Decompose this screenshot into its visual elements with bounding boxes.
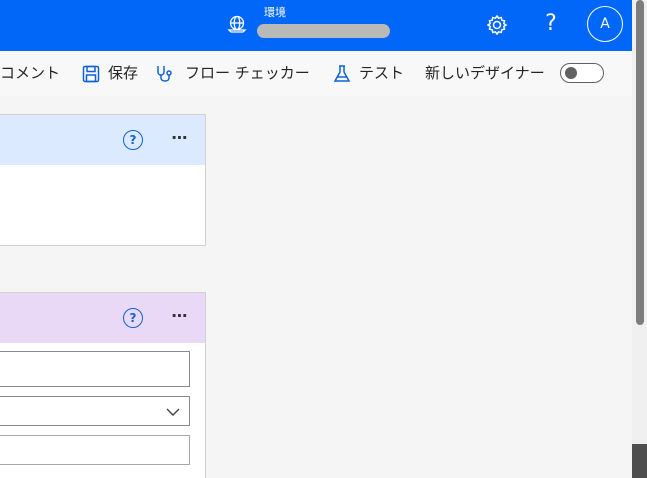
card-header[interactable]: ? ⋯ xyxy=(0,293,205,343)
save-icon xyxy=(82,65,100,83)
flow-checker-button[interactable]: フロー チェッカー xyxy=(185,51,310,96)
help-icon[interactable]: ? xyxy=(123,308,143,328)
test-button[interactable]: テスト xyxy=(359,51,404,96)
new-designer-label: 新しいデザイナー xyxy=(425,64,545,82)
more-options-icon[interactable]: ⋯ xyxy=(167,127,193,151)
gear-icon[interactable] xyxy=(484,12,510,38)
app: 環境 ? A コメント 保存 フロー チェッカー テスト 新しいデザイナー ? … xyxy=(0,0,647,478)
stethoscope-icon xyxy=(157,66,172,82)
scrollbar-lower xyxy=(632,444,647,478)
chevron-down-icon xyxy=(166,408,180,416)
toggle-knob xyxy=(565,67,577,79)
comment-button[interactable]: コメント xyxy=(0,51,60,96)
save-label: 保存 xyxy=(108,64,139,82)
help-button[interactable]: ? xyxy=(538,7,564,41)
flask-icon xyxy=(333,65,351,82)
card-header[interactable]: ? ⋯ xyxy=(0,115,205,165)
comment-label: コメント xyxy=(0,64,61,82)
flow-checker-label: フロー チェッカー xyxy=(185,64,310,82)
command-bar: コメント 保存 フロー チェッカー テスト 新しいデザイナー xyxy=(0,51,632,96)
dropdown-select[interactable] xyxy=(0,396,190,426)
environment-label: 環境 xyxy=(264,6,286,19)
designer-canvas[interactable]: ? ⋯ ? ⋯ xyxy=(0,96,632,478)
action-card-step[interactable]: ? ⋯ xyxy=(0,292,206,478)
environment-selector[interactable] xyxy=(257,24,390,38)
top-bar: 環境 ? A xyxy=(0,0,647,51)
help-icon[interactable]: ? xyxy=(123,130,143,150)
save-button[interactable]: 保存 xyxy=(108,51,138,96)
text-input[interactable] xyxy=(0,351,190,387)
new-designer-toggle[interactable] xyxy=(560,63,604,83)
action-card-trigger[interactable]: ? ⋯ xyxy=(0,114,206,246)
more-options-icon[interactable]: ⋯ xyxy=(167,305,193,329)
globe-icon xyxy=(227,15,247,33)
text-input[interactable] xyxy=(0,435,190,465)
avatar[interactable]: A xyxy=(587,6,623,42)
test-label: テスト xyxy=(359,64,405,82)
scrollbar-thumb[interactable] xyxy=(636,0,644,325)
